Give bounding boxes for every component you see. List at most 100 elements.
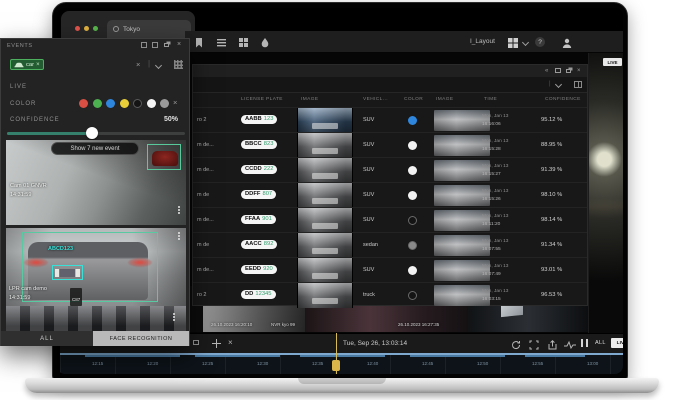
color-filter-dot[interactable]: [119, 99, 129, 108]
panel-close-icon[interactable]: ×: [177, 41, 181, 48]
col-image-1[interactable]: IMAGE: [301, 97, 318, 102]
color-filter-dot[interactable]: [133, 99, 142, 108]
col-time[interactable]: TIME: [484, 97, 497, 102]
panel-popout-icon[interactable]: [164, 43, 169, 47]
show-new-events-button[interactable]: Show 7 new event: [51, 142, 139, 155]
events-panel: EVENTS × car × × | LIVE COLOR × CONFIDEN…: [0, 38, 190, 346]
laptop-hinge-notch: [298, 378, 386, 384]
maximize-traffic-light[interactable]: [93, 26, 98, 31]
table-row[interactable]: m de DDFF 807 SUV Mon, Jan 13 16:15:26 98.…: [193, 182, 587, 208]
plate-recognition-label: ABCD123: [48, 246, 74, 252]
panel-icon[interactable]: [193, 340, 199, 345]
camera-cell: m de...: [197, 142, 214, 148]
camera-cell: m de...: [197, 217, 214, 223]
panel-layout-icon[interactable]: [141, 42, 147, 48]
kebab-menu-icon[interactable]: [178, 232, 180, 234]
pause-button[interactable]: [581, 339, 588, 347]
user-account-icon[interactable]: [561, 37, 573, 48]
tab-all[interactable]: ALL: [1, 331, 93, 346]
plate-image[interactable]: [297, 283, 353, 308]
col-confidence[interactable]: CONFIDENCE: [545, 97, 581, 102]
table-row[interactable]: m de AACC 892 sedan Mon, Jan 13 16:07:55 9…: [193, 232, 587, 258]
move-icon[interactable]: [212, 339, 221, 348]
tab-face-recognition[interactable]: FACE RECOGNITION: [93, 331, 189, 346]
export-icon[interactable]: [546, 339, 558, 350]
help-button[interactable]: ?: [535, 37, 545, 47]
confidence-cell: 98.10 %: [541, 192, 563, 198]
filter-clear-icon[interactable]: ×: [136, 60, 140, 69]
table-row[interactable]: m de... CCDD 222 SUV Mon, Jan 13 16:15:27 …: [193, 157, 587, 183]
col-license-plate[interactable]: LICENSE PLATE: [241, 97, 283, 102]
chip-remove-icon[interactable]: ×: [36, 62, 40, 68]
plate-image[interactable]: [297, 158, 353, 183]
layout-selector-label[interactable]: I_Layout: [470, 38, 495, 45]
filter-chevron-down-icon[interactable]: [554, 80, 563, 89]
plate-image[interactable]: [297, 183, 353, 208]
live-button[interactable]: LIVE: [611, 338, 623, 348]
filter-divider: |: [148, 59, 151, 68]
plate-image[interactable]: [297, 133, 353, 158]
layout-selector-grid-icon[interactable]: [507, 37, 519, 48]
layout-chevron-down-icon[interactable]: [521, 38, 530, 47]
time-cell: Mon, Jan 13 16:15:26: [482, 188, 509, 202]
event-camera-thumbnail-3[interactable]: [6, 306, 186, 331]
live-section-label: LIVE: [10, 84, 28, 90]
table-row[interactable]: ro 2 AABB 123 SUV Mon, Jan 13 16:16:06 95.…: [193, 107, 587, 133]
list-icon[interactable]: [215, 37, 227, 48]
kebab-menu-icon[interactable]: [178, 206, 180, 208]
plate-image[interactable]: [297, 108, 353, 133]
sync-icon[interactable]: [510, 339, 522, 350]
time-cell: Mon, Jan 13 16:15:27: [482, 163, 509, 177]
popout-icon[interactable]: [566, 69, 571, 73]
live-camera-tile[interactable]: [588, 53, 623, 333]
vehicle-filter-chip[interactable]: car ×: [10, 59, 44, 70]
color-filter-dot[interactable]: [92, 99, 102, 108]
bookmark-icon[interactable]: [193, 37, 205, 48]
close-traffic-light[interactable]: [75, 26, 80, 31]
monitor-icon[interactable]: [555, 68, 561, 73]
table-row[interactable]: m de... EEDD 920 SUV Mon, Jan 13 16:07:49 …: [193, 257, 587, 283]
clear-selection-icon[interactable]: ×: [228, 338, 233, 347]
col-image-2[interactable]: IMAGE: [436, 97, 453, 102]
fullscreen-icon[interactable]: [528, 339, 540, 350]
close-icon[interactable]: ×: [577, 68, 581, 74]
license-plate-chip: DD 12345: [241, 289, 276, 299]
color-filter-dot[interactable]: [79, 99, 88, 108]
recording-segment: [300, 354, 385, 357]
layout-grid-icon[interactable]: [237, 37, 249, 48]
event-camera-thumbnail-2[interactable]: ABCD123 C87 LPR cam demo 14:31:59: [6, 228, 186, 306]
browser-tab-tokyo[interactable]: Tokyo: [107, 20, 191, 38]
color-filter-dot[interactable]: [146, 99, 156, 108]
columns-icon[interactable]: [574, 81, 582, 88]
confidence-slider-thumb[interactable]: [86, 127, 98, 139]
timeline-ruler[interactable]: 12:15 12:20 12:25 12:30 12:35 12:40 12:45 12:50…: [60, 353, 623, 374]
table-filter-bar: |: [193, 77, 587, 93]
filter-dropdown-chevron-icon[interactable]: [154, 61, 163, 70]
vehicle-type-cell: SUV: [363, 267, 375, 273]
camera-name-label: Cam 01 GNVR: [10, 183, 47, 189]
table-row[interactable]: m de... FFAA 901 SUV Mon, Jan 13 16:11:20 …: [193, 207, 587, 233]
playhead-handle[interactable]: [332, 360, 340, 371]
col-vehicle[interactable]: VEHICL...: [363, 97, 388, 102]
camera-time-label: 14:31:59: [9, 295, 31, 301]
panel-dock-icon[interactable]: [152, 42, 158, 48]
events-panel-tabs: ALL FACE RECOGNITION: [1, 331, 189, 346]
view-grid-icon[interactable]: [174, 60, 183, 69]
minimize-traffic-light[interactable]: [84, 26, 89, 31]
color-clear-icon[interactable]: ×: [173, 98, 177, 107]
plate-image[interactable]: [297, 233, 353, 258]
new-events-label: Show 7 new event: [70, 145, 120, 152]
kebab-menu-icon[interactable]: [173, 313, 175, 315]
col-color[interactable]: COLOR: [404, 97, 423, 102]
timeline-tick-label: 12:20: [147, 361, 159, 366]
table-row[interactable]: m de... BBCC 823 SUV Mon, Jan 13 16:15:28 …: [193, 132, 587, 158]
plate-image[interactable]: [297, 208, 353, 233]
collapse-icon[interactable]: «: [545, 68, 548, 74]
color-filter-dot[interactable]: [160, 99, 169, 108]
motion-pulse-icon[interactable]: [564, 339, 576, 350]
table-row[interactable]: ro 2 DD 12345 truck Mon, Jan 13 16:03:15 9…: [193, 282, 587, 308]
all-streams-button[interactable]: ALL: [595, 340, 606, 346]
color-filter-dot[interactable]: [106, 99, 115, 108]
drop-icon[interactable]: [259, 37, 271, 48]
plate-image[interactable]: [297, 258, 353, 283]
